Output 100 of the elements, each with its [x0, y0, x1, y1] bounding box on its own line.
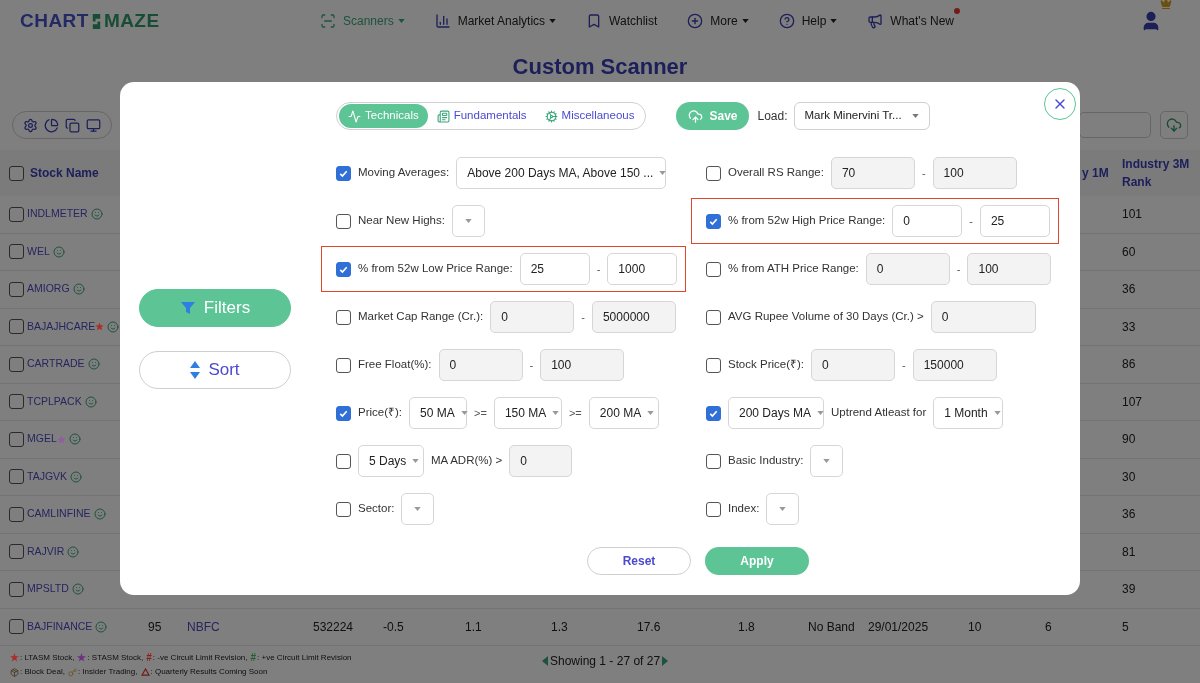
- dropdown[interactable]: 150 MA: [493, 397, 562, 429]
- range-separator: -: [956, 261, 961, 277]
- table-cell-text: 107: [1121, 393, 1144, 411]
- stock-link[interactable]: TCPLPACK: [27, 393, 82, 410]
- input-field[interactable]: 1000: [607, 253, 678, 285]
- stock-link[interactable]: CAMLINFINE: [27, 506, 91, 523]
- range-separator: >=: [474, 405, 487, 421]
- table-cell-text: 86: [1121, 356, 1137, 374]
- pagination-text: Showing 1 - 27 of 27: [550, 653, 661, 670]
- table-cell-text: 36: [1121, 506, 1137, 524]
- legend-symbol: ★: [10, 653, 19, 663]
- logo-text: CHART: [20, 8, 89, 33]
- input-field[interactable]: 70: [830, 157, 915, 189]
- range-separator: -: [529, 357, 534, 373]
- input-field[interactable]: 25: [519, 253, 590, 285]
- stock-link[interactable]: MGEL: [27, 431, 57, 448]
- stock-link[interactable]: TAJGVK: [27, 468, 68, 485]
- input-field[interactable]: 0: [892, 205, 963, 237]
- input-field[interactable]: 0: [865, 253, 950, 285]
- column-header[interactable]: Stock Name: [30, 164, 99, 182]
- nav-link[interactable]: Market Analytics: [457, 12, 557, 30]
- stock-link[interactable]: BAJFINANCE: [27, 618, 93, 635]
- legend-text: : Block Deal,: [20, 666, 65, 678]
- filter-label: Market Cap Range (Cr.):: [358, 309, 484, 325]
- dropdown[interactable]: 200 MA: [588, 397, 659, 429]
- preset-dropdown[interactable]: Mark Minervini Tr...: [793, 102, 930, 130]
- legend-text: : +ve Circuit Limit Revision: [257, 652, 352, 664]
- input-field[interactable]: 0: [509, 445, 573, 477]
- legend-text: : Insider Trading,: [77, 666, 138, 678]
- input-field[interactable]: 0: [811, 349, 895, 381]
- nav-link[interactable]: More: [710, 12, 749, 30]
- table-cell-text: 1.3: [550, 618, 569, 636]
- tab[interactable]: Miscellaneous: [535, 104, 644, 128]
- table-cell-text: 36: [1121, 281, 1137, 299]
- range-separator: >=: [568, 405, 582, 421]
- filter-label: Stock Price(₹):: [728, 357, 804, 373]
- filter-label: Moving Averages:: [358, 165, 450, 181]
- range-separator: -: [921, 165, 926, 181]
- stock-link[interactable]: RAJVIR: [27, 543, 65, 560]
- filter-label: Near New Highs:: [358, 213, 445, 229]
- input-field[interactable]: 100: [967, 253, 1052, 285]
- stock-link[interactable]: WEL: [27, 243, 50, 260]
- filter-label: Sector:: [358, 501, 395, 517]
- filter-label: AVG Rupee Volume of 30 Days (Cr.) >: [728, 309, 924, 325]
- nav-link[interactable]: What's New: [890, 12, 954, 30]
- range-separator: -: [581, 309, 585, 325]
- range-separator: -: [596, 261, 601, 277]
- stock-link[interactable]: MPSLTD: [27, 581, 69, 598]
- table-cell-text: 39: [1121, 581, 1137, 599]
- table-cell-text: 532224: [312, 618, 355, 636]
- stock-link[interactable]: INDLMETER: [27, 206, 88, 223]
- input-field[interactable]: 100: [540, 349, 625, 381]
- legend-symbol: ★: [77, 653, 87, 663]
- table-cell-text: 1.8: [737, 618, 756, 636]
- filter-label: MA ADR(%) >: [431, 453, 503, 469]
- dropdown[interactable]: 5 Days: [358, 445, 424, 477]
- table-cell-text: 90: [1121, 431, 1137, 449]
- table-cell-text: 10: [967, 618, 983, 636]
- nav-link[interactable]: Watchlist: [609, 12, 658, 30]
- dropdown[interactable]: 1 Month: [933, 397, 1004, 429]
- tab[interactable]: Fundamentals: [427, 104, 536, 128]
- reset-button[interactable]: Reset: [587, 547, 691, 575]
- logo-text: MAZE: [103, 8, 160, 33]
- industry-link[interactable]: NBFC: [179, 617, 305, 636]
- input-field[interactable]: 0: [438, 349, 523, 381]
- input-field[interactable]: 150000: [912, 349, 997, 381]
- filter-label: Price(₹):: [358, 405, 403, 421]
- nav-link[interactable]: Help: [801, 12, 838, 30]
- dropdown[interactable]: 50 MA: [409, 397, 468, 429]
- filter-label: Index:: [728, 501, 760, 517]
- side-tab[interactable]: Sort: [139, 351, 291, 389]
- stock-link[interactable]: CARTRADE: [27, 356, 85, 373]
- filter-label: Basic Industry:: [728, 453, 804, 469]
- legend-text: : -ve Circuit Limit Revision,: [152, 652, 248, 664]
- filter-label: Overall RS Range:: [728, 165, 824, 181]
- table-cell-text: -0.5: [382, 618, 405, 636]
- column-header[interactable]: Industry 3M Rank: [1114, 155, 1200, 191]
- input-field[interactable]: 0: [490, 301, 575, 333]
- legend-text: : Quarterly Results Coming Soon: [150, 666, 268, 678]
- table-cell-text: 5: [1121, 618, 1130, 636]
- table-cell-text: 101: [1121, 206, 1144, 224]
- stock-link[interactable]: BAJAJHCARE: [27, 318, 96, 335]
- table-cell-text: 81: [1121, 543, 1137, 561]
- table-cell-text: 6: [1044, 618, 1053, 636]
- table-cell-text: 33: [1121, 318, 1137, 336]
- input-field[interactable]: 5000000: [591, 301, 676, 333]
- legend-symbol: #: [250, 653, 257, 663]
- input-field[interactable]: 25: [979, 205, 1050, 237]
- dropdown[interactable]: 200 Days MA: [728, 397, 824, 429]
- stock-link[interactable]: AMIORG: [27, 281, 70, 298]
- filter-label: Uptrend Atleast for: [831, 405, 927, 421]
- table-cell-text: 17.6: [636, 618, 662, 636]
- input-field[interactable]: 100: [932, 157, 1017, 189]
- input-field[interactable]: 0: [930, 301, 1036, 333]
- page-title: Custom Scanner: [512, 53, 688, 81]
- table-cell-text: 29/01/2025: [867, 618, 930, 636]
- dropdown[interactable]: Above 200 Days MA, Above 150 ...: [456, 157, 667, 189]
- table-cell-text: 95: [147, 618, 163, 636]
- table-cell-text: 60: [1121, 243, 1137, 261]
- load-label: Load:: [757, 108, 788, 125]
